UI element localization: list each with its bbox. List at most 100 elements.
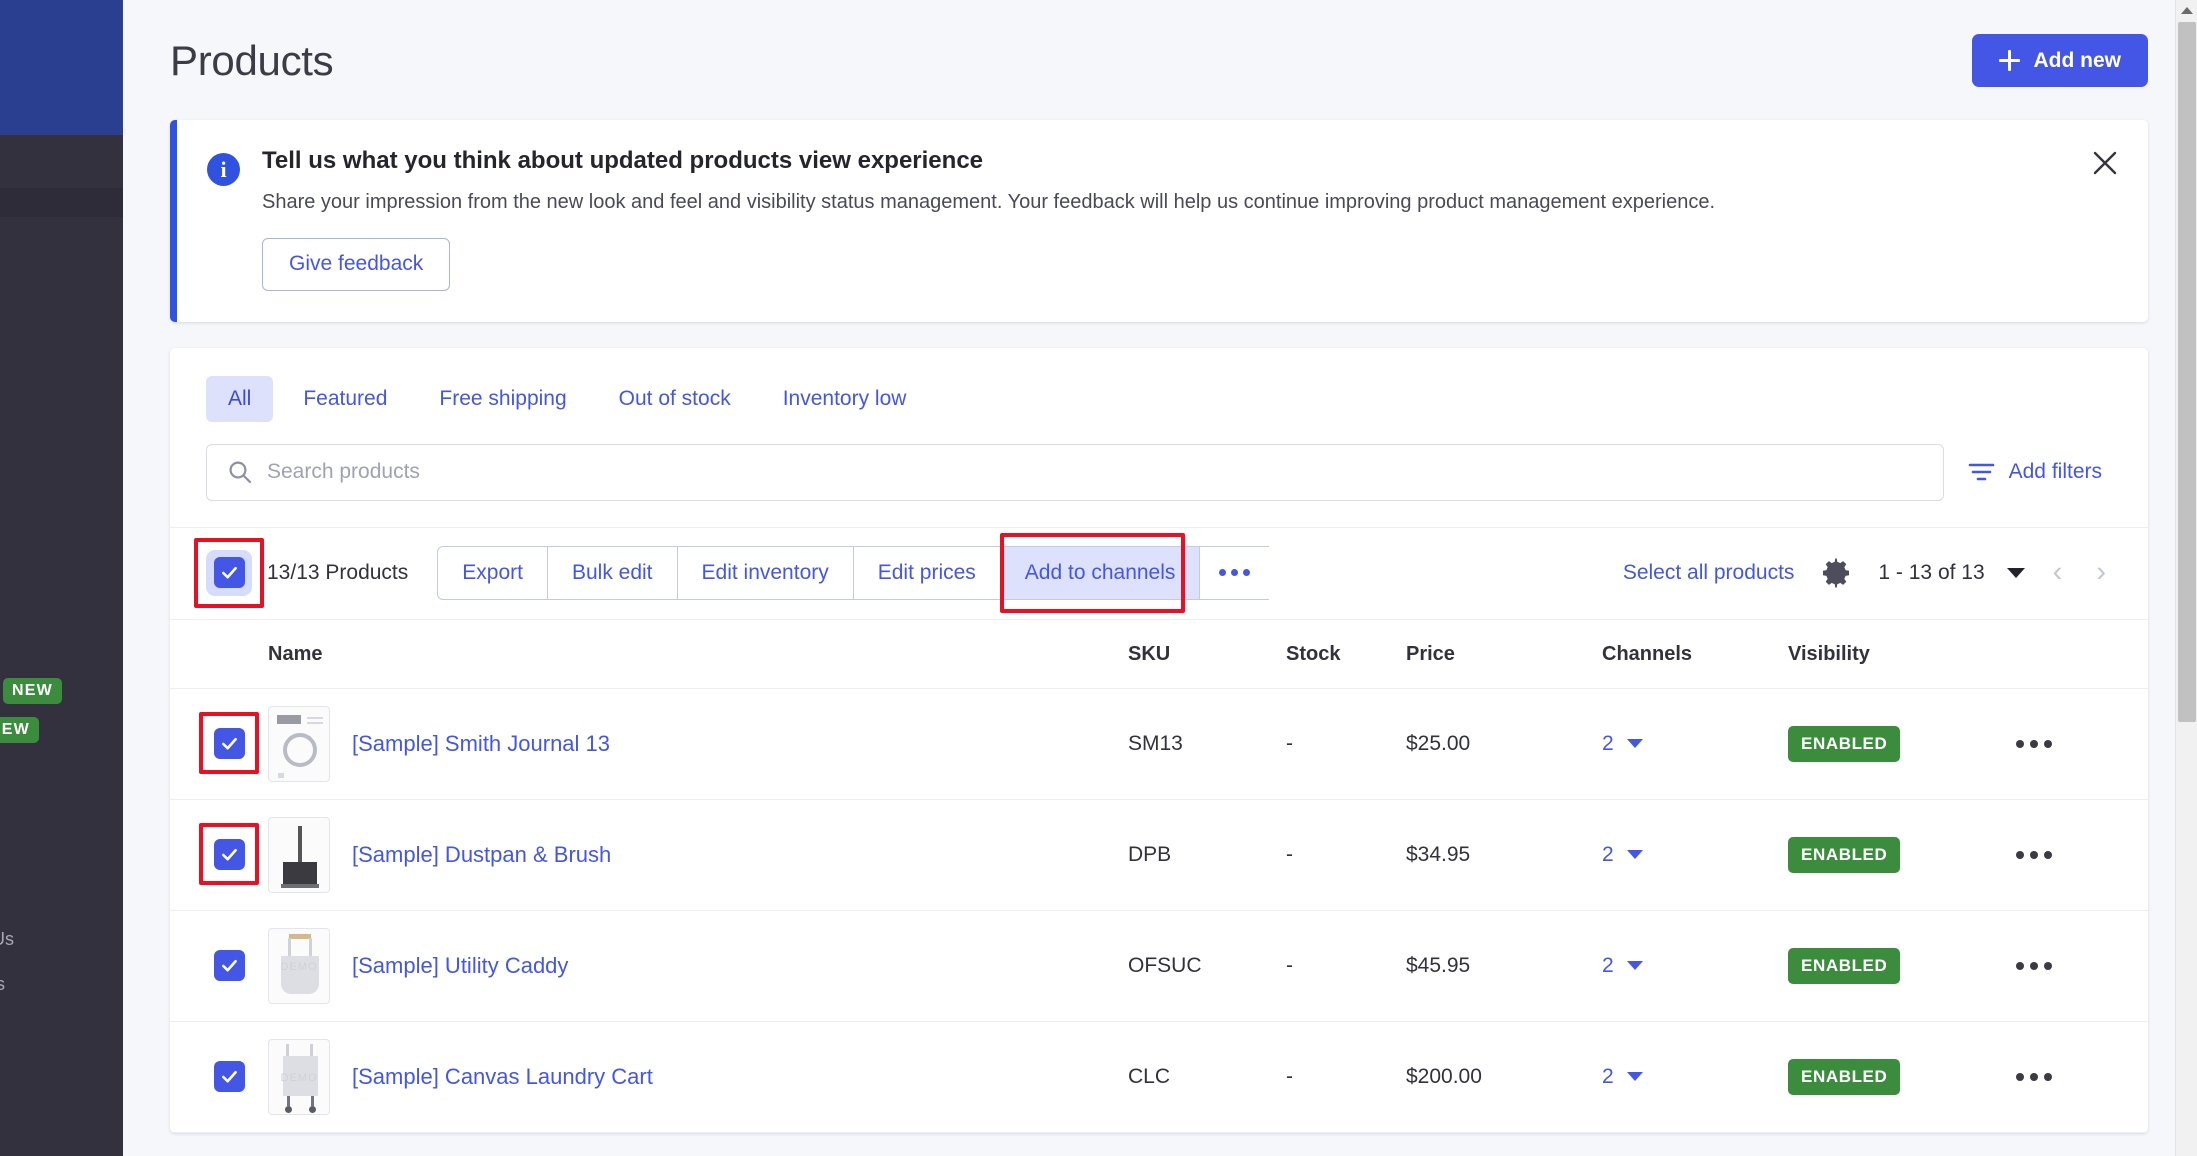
status-badge: ENABLED	[1788, 1058, 1901, 1095]
tab-free-shipping[interactable]: Free shipping	[417, 376, 588, 422]
feedback-banner: i Tell us what you think about updated p…	[170, 120, 2148, 322]
row-sku: OFSUC	[1128, 910, 1286, 1022]
column-name: Name	[268, 618, 1128, 689]
filter-icon	[1968, 463, 1994, 481]
product-thumbnail: DEMO	[268, 1038, 330, 1115]
sidebar-new-badge: NEW	[0, 717, 39, 743]
row-channels-cell: 2	[1602, 910, 1788, 1022]
channels-count[interactable]: 2	[1602, 954, 1614, 978]
sidebar-logo[interactable]	[0, 0, 123, 135]
search-icon	[229, 461, 252, 484]
scrollbar-thumb[interactable]	[2178, 22, 2196, 722]
product-link[interactable]: [Sample] Smith Journal 13	[352, 731, 610, 757]
add-filters-button[interactable]: Add filters	[1968, 460, 2112, 484]
channels-count[interactable]: 2	[1602, 843, 1614, 867]
channels-count[interactable]: 2	[1602, 732, 1614, 756]
master-checkbox[interactable]	[194, 537, 264, 608]
search-box[interactable]	[206, 443, 1944, 501]
close-icon[interactable]	[2088, 146, 2122, 180]
caret-down-icon[interactable]	[1626, 1072, 1643, 1082]
next-page-button[interactable]: ›	[2090, 558, 2112, 587]
row-select-cell	[170, 1021, 268, 1133]
check-icon	[221, 960, 237, 972]
page-scrollbar[interactable]	[2175, 0, 2197, 1156]
row-checkbox[interactable]	[206, 943, 252, 989]
row-actions-button[interactable]	[2016, 739, 2148, 748]
scroll-up-button[interactable]	[2176, 0, 2197, 20]
column-sku: SKU	[1128, 618, 1286, 689]
banner-description: Share your impression from the new look …	[262, 190, 1716, 213]
give-feedback-button[interactable]: Give feedback	[262, 237, 451, 291]
checkbox-box	[213, 950, 245, 982]
row-name-cell: [Sample] Smith Journal 13	[268, 688, 1128, 800]
row-channels-cell: 2	[1602, 688, 1788, 800]
row-stock: -	[1286, 799, 1406, 911]
check-icon	[221, 1071, 237, 1083]
caret-down-icon[interactable]	[1626, 850, 1643, 860]
export-button[interactable]: Export	[437, 545, 547, 600]
tab-featured[interactable]: Featured	[281, 376, 409, 422]
caret-down-icon[interactable]	[1626, 739, 1643, 749]
row-checkbox[interactable]	[206, 1054, 252, 1100]
more-actions-button[interactable]	[1199, 545, 1270, 600]
page-range-label: 1 - 13 of 13	[1878, 560, 1985, 584]
row-checkbox[interactable]	[199, 822, 259, 885]
row-visibility-cell: ENABLED	[1788, 799, 2016, 911]
row-sku: DPB	[1128, 799, 1286, 911]
channels-count[interactable]: 2	[1602, 1065, 1614, 1089]
bulk-edit-button[interactable]: Bulk edit	[546, 545, 677, 600]
bulk-actions-toolbar: 13/13 Products Export Bulk edit Edit inv…	[170, 526, 2148, 619]
caret-down-icon[interactable]	[2006, 567, 2025, 578]
table-header: Name SKU Stock Price Channels Visibility	[170, 618, 2148, 689]
product-link[interactable]: [Sample] Utility Caddy	[352, 953, 568, 979]
gear-icon[interactable]	[1820, 557, 1852, 589]
main-content: Products Add new i Tell us what you thin…	[123, 0, 2197, 1156]
info-icon: i	[207, 153, 240, 186]
sidebar-footer-item[interactable]: Us	[0, 929, 14, 950]
row-actions-button[interactable]	[2016, 961, 2148, 970]
table-header-row: Name SKU Stock Price Channels Visibility	[170, 618, 2148, 689]
column-select	[170, 618, 268, 689]
add-new-button[interactable]: Add new	[1971, 34, 2148, 87]
banner-body: Tell us what you think about updated pro…	[262, 147, 2122, 291]
row-actions-button[interactable]	[2016, 1072, 2148, 1081]
ellipsis-icon	[1219, 569, 1251, 577]
row-visibility-cell: ENABLED	[1788, 688, 2016, 800]
tab-out-of-stock[interactable]: Out of stock	[597, 376, 753, 422]
check-icon	[221, 567, 237, 579]
select-all-products-button[interactable]: Select all products	[1623, 561, 1795, 585]
tab-all[interactable]: All	[206, 375, 274, 422]
row-checkbox[interactable]	[199, 711, 259, 774]
row-name-cell: DEMO [Sample] Canvas Laundry Cart	[268, 1021, 1128, 1133]
product-thumbnail: DEMO	[268, 927, 330, 1004]
edit-prices-button[interactable]: Edit prices	[852, 545, 1000, 600]
thumbnail-label: DEMO	[280, 961, 318, 974]
product-link[interactable]: [Sample] Dustpan & Brush	[352, 842, 611, 868]
edit-inventory-button[interactable]: Edit inventory	[676, 545, 853, 600]
product-link[interactable]: [Sample] Canvas Laundry Cart	[352, 1064, 653, 1090]
sidebar-active-item[interactable]	[0, 188, 123, 217]
row-channels-cell: 2	[1602, 799, 1788, 911]
page-title: Products	[170, 36, 334, 84]
left-sidebar: NEW NEW Us ls	[0, 0, 123, 1156]
table-body: [Sample] Smith Journal 13 SM13 - $25.00 …	[170, 688, 2148, 1133]
caret-down-icon[interactable]	[1626, 961, 1643, 971]
row-actions-button[interactable]	[2016, 850, 2148, 859]
row-actions-cell	[2016, 910, 2148, 1022]
sidebar-footer-item[interactable]: ls	[0, 974, 5, 995]
row-select-cell	[170, 799, 268, 911]
selected-count-label: 13/13 Products	[267, 560, 409, 584]
add-to-channels-button[interactable]: Add to channels	[999, 545, 1200, 600]
app-screen: NEW NEW Us ls Products Add new i Tell us…	[0, 0, 2197, 1156]
tab-inventory-low[interactable]: Inventory low	[761, 376, 929, 422]
add-filters-label: Add filters	[2008, 460, 2102, 484]
check-icon	[221, 738, 237, 750]
checkbox-box	[213, 839, 245, 871]
products-card: All Featured Free shipping Out of stock …	[170, 347, 2148, 1133]
row-visibility-cell: ENABLED	[1788, 910, 2016, 1022]
search-input[interactable]	[267, 460, 1923, 485]
table-row: DEMO [Sample] Canvas Laundry Cart CLC - …	[170, 1021, 2148, 1133]
row-price: $200.00	[1406, 1021, 1602, 1133]
status-badge: ENABLED	[1788, 725, 1901, 762]
prev-page-button[interactable]: ‹	[2047, 558, 2069, 587]
